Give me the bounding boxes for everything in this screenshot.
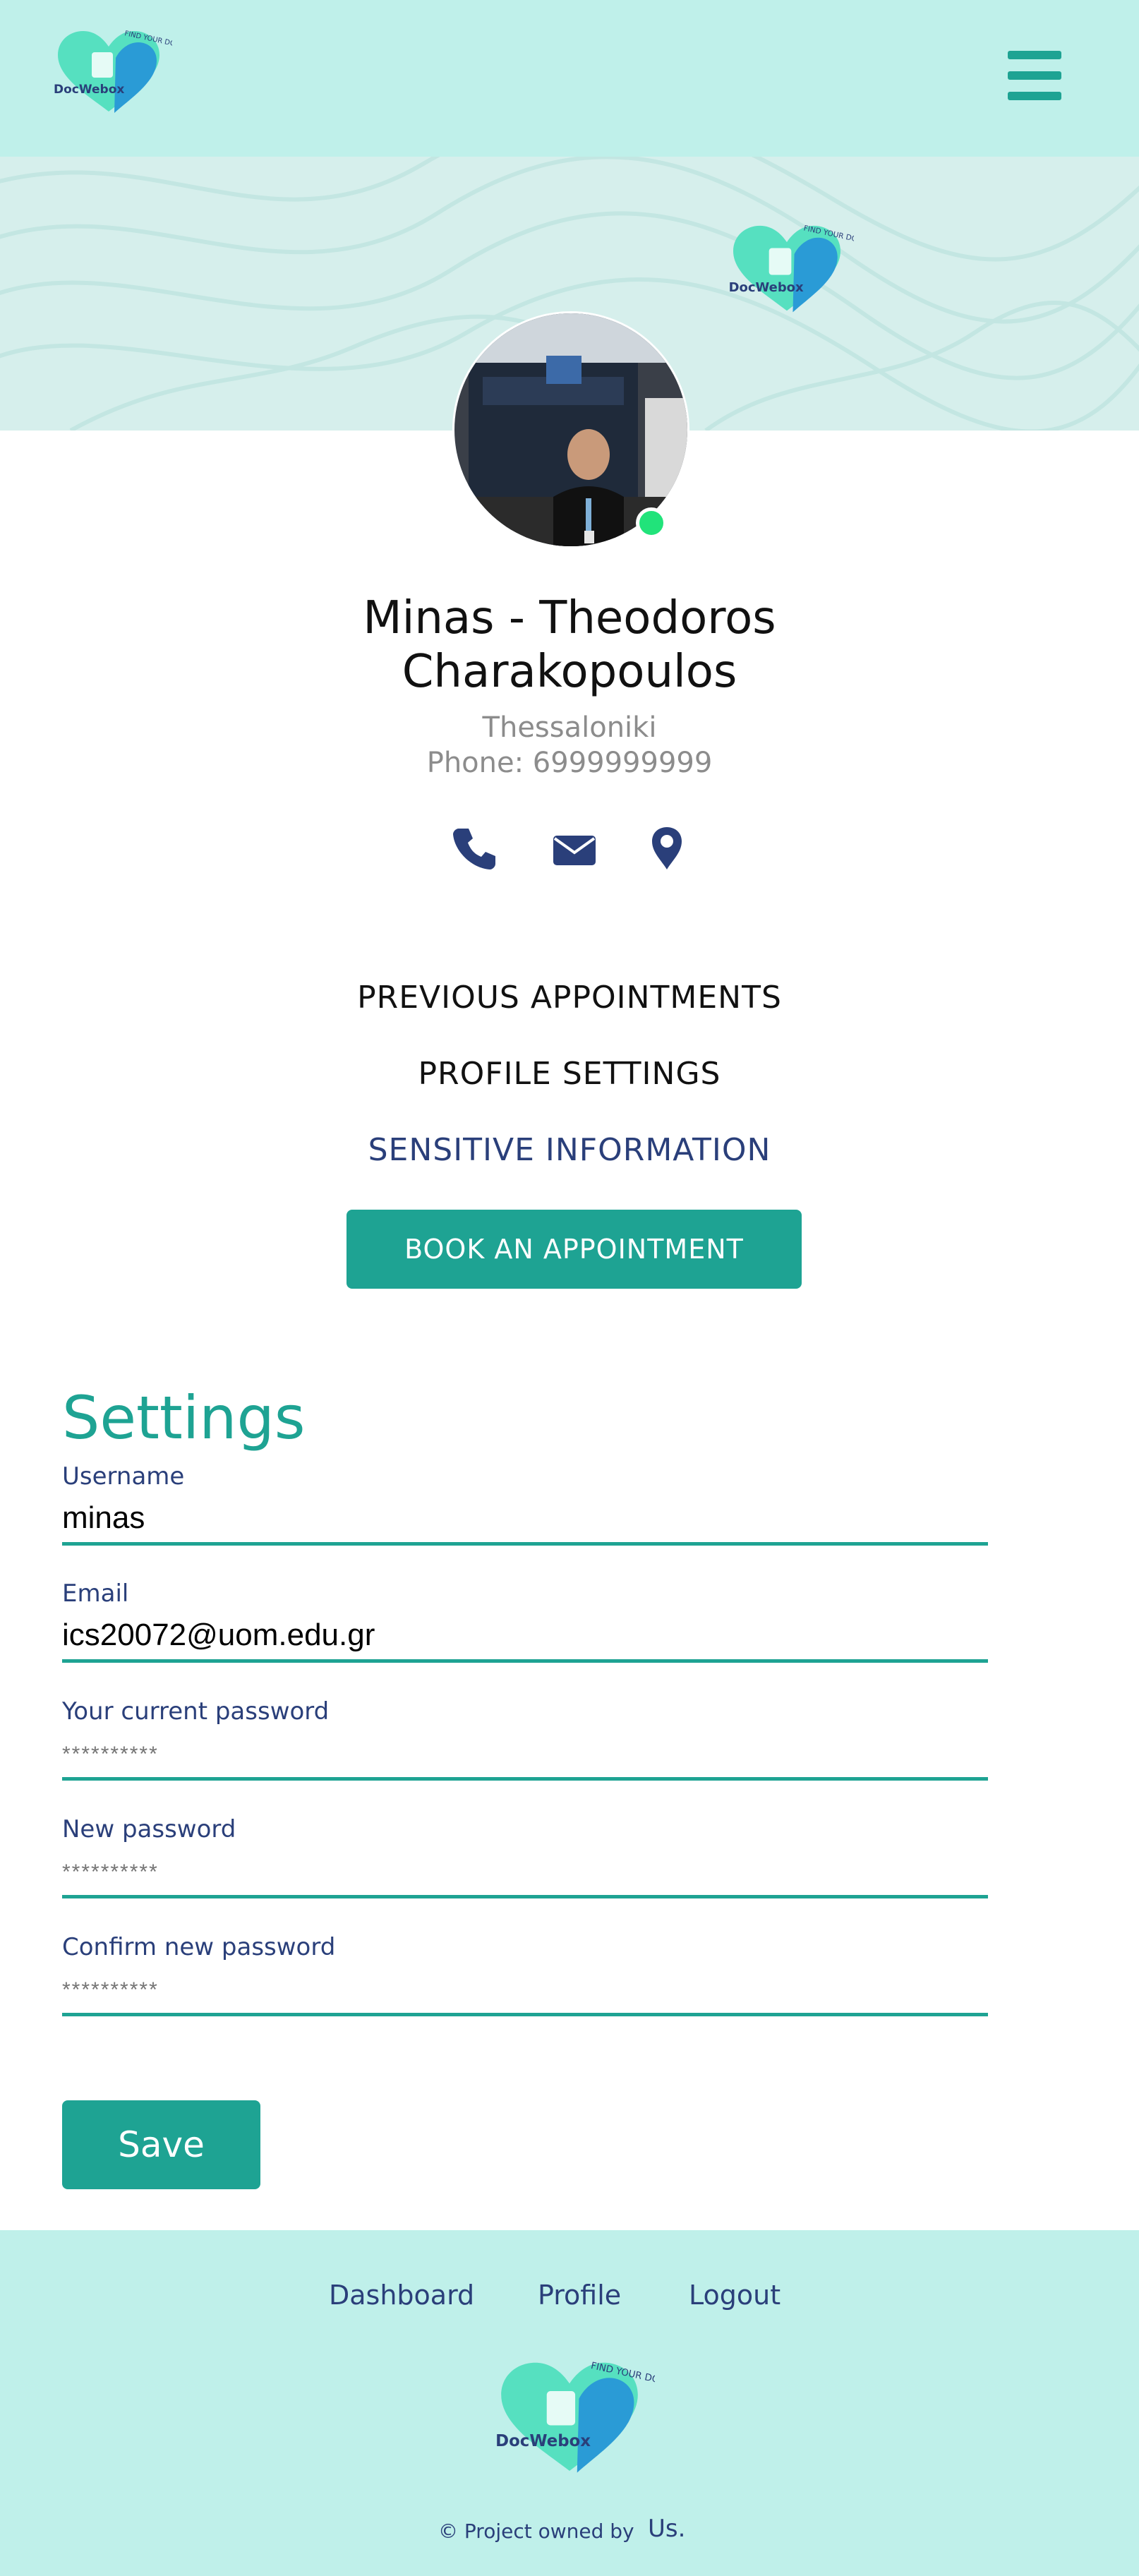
docwebox-logo[interactable]: DocWebox FIND YOUR DOCTOR <box>45 21 195 120</box>
current-password-label: Your current password <box>62 1697 330 1726</box>
online-status-indicator <box>636 507 667 538</box>
new-password-label: New password <box>62 1815 236 1843</box>
logo-wordmark: DocWebox <box>54 83 124 97</box>
username-label: Username <box>62 1462 185 1491</box>
copyright-text: © Project owned by <box>438 2520 634 2543</box>
contact-icons <box>0 826 1139 875</box>
sensitive-information-link[interactable]: SENSITIVE INFORMATION <box>217 1132 922 1168</box>
footer-link-logout[interactable]: Logout <box>689 2280 781 2311</box>
save-button[interactable]: Save <box>62 2100 260 2189</box>
profile-avatar <box>452 311 689 548</box>
profile-name-line-1: Minas - Theodoros <box>363 592 776 644</box>
profile-name: Minas - Theodoros Charakopoulos <box>217 591 922 699</box>
map-pin-icon[interactable] <box>649 826 685 871</box>
profile-phone: Phone: 6999999999 <box>426 747 713 779</box>
top-header: DocWebox FIND YOUR DOCTOR <box>0 0 1139 157</box>
footer-logo[interactable]: DocWebox FIND YOUR DOCTOR <box>484 2349 686 2483</box>
previous-appointments-link[interactable]: PREVIOUS APPOINTMENTS <box>217 980 922 1016</box>
confirm-password-label: Confirm new password <box>62 1933 336 1961</box>
username-input[interactable] <box>62 1493 988 1546</box>
profile-city: Thessaloniki <box>482 711 657 744</box>
profile-name-line-2: Charakopoulos <box>402 646 737 698</box>
hamburger-menu-icon[interactable] <box>1008 51 1061 100</box>
settings-title: Settings <box>62 1383 306 1452</box>
svg-text:DocWebox: DocWebox <box>729 280 804 295</box>
email-label: Email <box>62 1579 129 1608</box>
current-password-input[interactable] <box>62 1728 988 1781</box>
svg-text:DocWebox: DocWebox <box>495 2432 591 2450</box>
banner-logo: DocWebox FIND YOUR DOCTOR <box>720 215 879 320</box>
copyright-owner-link[interactable]: Us. <box>648 2515 685 2543</box>
book-appointment-button[interactable]: BOOK AN APPOINTMENT <box>346 1210 802 1289</box>
phone-icon[interactable] <box>452 826 497 871</box>
footer-link-dashboard[interactable]: Dashboard <box>329 2280 474 2311</box>
confirm-password-input[interactable] <box>62 1964 988 2016</box>
new-password-input[interactable] <box>62 1846 988 1898</box>
email-input[interactable] <box>62 1611 988 1663</box>
profile-settings-link[interactable]: PROFILE SETTINGS <box>217 1056 922 1092</box>
footer-link-profile[interactable]: Profile <box>538 2280 621 2311</box>
envelope-icon[interactable] <box>552 826 597 871</box>
